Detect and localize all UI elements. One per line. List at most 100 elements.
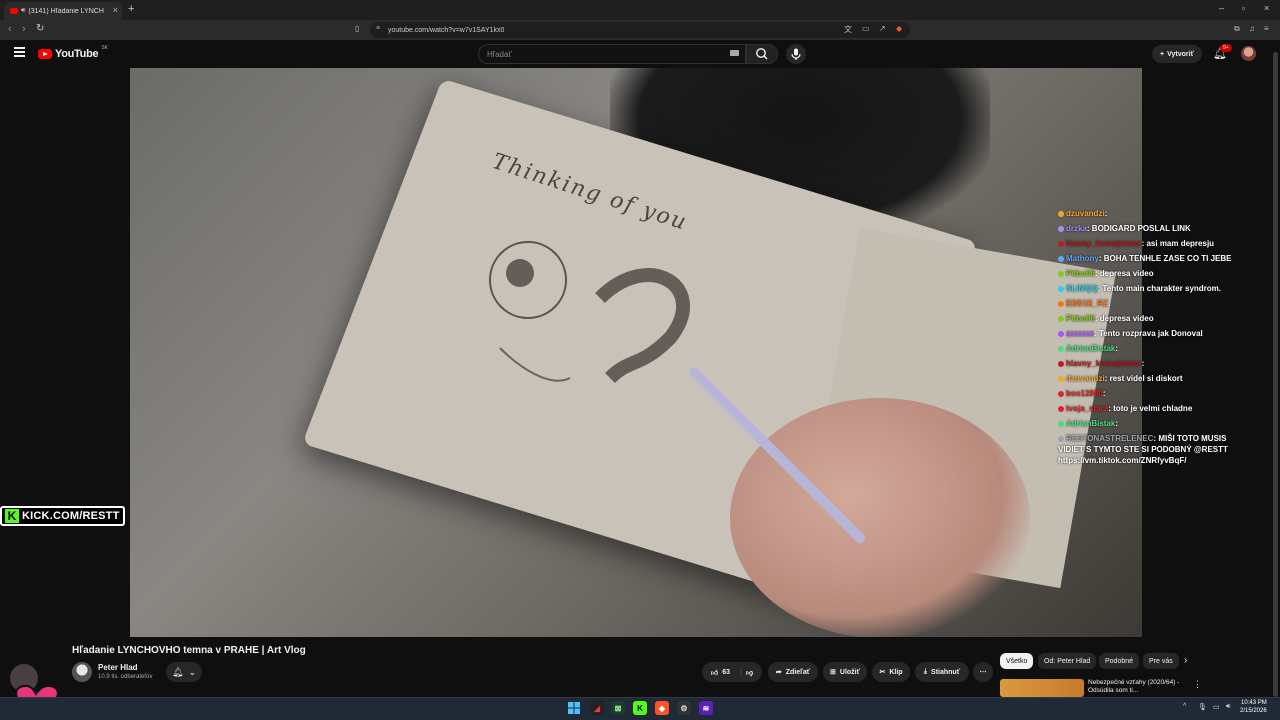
download-label: Stiahnuť	[931, 668, 961, 676]
create-label: Vytvoriť	[1167, 50, 1194, 58]
share-page-icon[interactable]: ↗	[879, 24, 886, 33]
forward-icon[interactable]: ›	[22, 23, 26, 35]
chat-text: Tento rozprava jak Donoval	[1098, 329, 1203, 338]
close-window-button[interactable]: ×	[1264, 3, 1269, 13]
search-button[interactable]	[746, 44, 778, 64]
save-label: Uložiť	[839, 668, 860, 676]
clock-date: 2/15/2026	[1240, 708, 1267, 714]
speaker-icon[interactable]: 🔊︎	[21, 7, 25, 15]
minimize-button[interactable]: –	[1219, 3, 1224, 13]
chat-username: drzka	[1066, 224, 1087, 233]
download-button[interactable]: ⤓ Stiahnuť	[915, 662, 969, 682]
video-player[interactable]: Thinking of you	[130, 68, 1142, 637]
taskbar-clock[interactable]: 10:43 PM 2/15/2026	[1240, 699, 1267, 715]
volume-icon[interactable]: 🔊︎	[1226, 703, 1230, 711]
chip-for-you[interactable]: Pre vás	[1143, 653, 1179, 669]
chat-username: hlavny_komejntator	[1066, 239, 1142, 248]
plus-icon: +	[1160, 50, 1165, 58]
chat-overlay: dzuvandzi: drzka: BODIGARD POSLAL LINK hl…	[1058, 208, 1234, 470]
app-icon-1[interactable]: ◢	[590, 701, 604, 715]
chat-badge-icon	[1058, 226, 1064, 232]
address-bar[interactable]: ≡ youtube.com/watch?v=w7v1SAY1kx0	[370, 22, 910, 38]
keyboard-icon[interactable]	[730, 50, 739, 56]
chat-badge-icon	[1058, 286, 1064, 292]
chat-text: BODIGARD POSLAL LINK	[1091, 224, 1191, 233]
chip-all[interactable]: Všetko	[1000, 653, 1034, 669]
browser-menu-icon[interactable]: ≡	[1264, 24, 1269, 33]
site-info-icon[interactable]: ≡	[376, 25, 380, 32]
channel-name[interactable]: Peter Hlad	[98, 663, 138, 672]
microphone-tray-icon[interactable]: 🎙︎	[1198, 703, 1207, 711]
chat-separator: :	[1115, 344, 1119, 353]
account-avatar[interactable]	[1241, 46, 1256, 61]
url-text: youtube.com/watch?v=w7v1SAY1kx0	[388, 26, 505, 34]
subscription-bell-button[interactable]: 🔔︎ ⌄	[166, 662, 202, 682]
chat-message: zzzzzzz: Tento rozprava jak Donoval	[1058, 328, 1234, 339]
chat-message: Mathony: BOHA TENHLE ZASE CO TI JEBE	[1058, 253, 1234, 264]
chat-badge-icon	[1058, 346, 1064, 352]
chat-badge-icon	[1058, 211, 1064, 217]
recommendation-more-icon[interactable]: ⋮	[1193, 679, 1202, 690]
share-button[interactable]: ➦ Zdieľať	[768, 662, 818, 682]
kick-logo-icon: K	[5, 509, 19, 523]
search-input[interactable]: Hľadať	[478, 44, 746, 64]
save-button[interactable]: ⊞ Uložiť	[823, 662, 867, 682]
youtube-logo[interactable]: YouTube SK	[38, 45, 108, 60]
chat-message: hlavny_komejntator:	[1058, 358, 1234, 369]
chip-from-channel[interactable]: Od: Peter Hlad	[1038, 653, 1097, 669]
kick-app-icon[interactable]: K	[633, 701, 647, 715]
download-icon: ⤓	[923, 668, 928, 675]
brave-browser-icon[interactable]: ◆	[655, 701, 669, 715]
youtube-wordmark: YouTube	[55, 48, 99, 60]
extensions-icon[interactable]: ⧉	[1234, 24, 1240, 34]
create-button[interactable]: + Vytvoriť	[1152, 45, 1202, 63]
new-tab-button[interactable]: +	[128, 3, 134, 15]
app-icon-2[interactable]: ⊠	[611, 701, 625, 715]
recommendation-thumbnail[interactable]	[1000, 679, 1084, 697]
windows-start-icon[interactable]	[567, 701, 581, 715]
browser-toolbar: ‹ › ↻ ▯ ≡ youtube.com/watch?v=w7v1SAY1kx…	[0, 20, 1280, 40]
translate-icon[interactable]: 文	[844, 24, 852, 35]
hamburger-menu-icon[interactable]	[14, 47, 25, 57]
chat-separator: :	[1141, 359, 1145, 368]
chat-badge-icon	[1058, 256, 1064, 262]
chat-message: boo12880:	[1058, 388, 1234, 399]
reload-icon[interactable]: ↻	[36, 23, 44, 34]
chat-badge-icon	[1058, 301, 1064, 307]
app-icon-6[interactable]: ≋	[699, 701, 713, 715]
thumbs-down-icon[interactable]: 👎︎	[746, 668, 753, 677]
maximize-button[interactable]: ▫	[1242, 3, 1245, 13]
chip-related[interactable]: Podobné	[1099, 653, 1140, 669]
chat-username: tvoja_stara	[1066, 404, 1109, 413]
chat-text: rest videl si diskort	[1109, 374, 1183, 383]
chat-message: Pitbull6: depresa video	[1058, 268, 1234, 279]
channel-avatar[interactable]	[72, 662, 92, 682]
subscriber-count: 10,9 tis. odberateľov	[98, 674, 153, 680]
voice-search-button[interactable]	[786, 44, 806, 64]
brave-shield-icon[interactable]: ◆	[896, 24, 902, 33]
cast-icon[interactable]: ▭	[862, 24, 870, 33]
tab-close-icon[interactable]: ×	[113, 5, 118, 15]
chat-message: dzuvandzi: rest videl si diskort	[1058, 373, 1234, 384]
like-button[interactable]: 👍︎ 63 | 👎︎	[702, 662, 762, 682]
more-actions-button[interactable]: ⋯	[973, 662, 993, 682]
recommendation-title[interactable]: Nebezpečné vzťahy (2020/64) - Odsúdila s…	[1088, 679, 1192, 695]
app-icon-5[interactable]: ⚙	[677, 701, 691, 715]
tray-chevron-icon[interactable]: ^	[1183, 703, 1186, 710]
scrollbar-thumb[interactable]	[1273, 52, 1278, 697]
chat-username: hlavny_komejntator	[1066, 359, 1142, 368]
chat-username: EDD1E_RZ	[1066, 299, 1108, 308]
browser-tab[interactable]: 🔊︎ (3141) Hľadanie LYNCHOVHO ×	[4, 2, 122, 20]
bookmark-icon[interactable]: ▯	[355, 24, 359, 33]
chat-badge-icon	[1058, 241, 1064, 247]
clip-button[interactable]: ✂ Klip	[872, 662, 910, 682]
chat-separator: :	[1102, 389, 1106, 398]
chat-text: asi mam depresju	[1146, 239, 1215, 248]
network-icon[interactable]: ▭	[1213, 703, 1220, 711]
media-icon[interactable]: ♫	[1249, 24, 1255, 33]
back-icon[interactable]: ‹	[8, 23, 12, 35]
chat-username: Pitbull6	[1066, 314, 1095, 323]
chat-badge-icon	[1058, 376, 1064, 382]
youtube-header: YouTube SK Hľadať + Vytvoriť 🔔︎ 9+	[0, 40, 1280, 68]
chips-next-icon[interactable]: ›	[1184, 655, 1187, 666]
